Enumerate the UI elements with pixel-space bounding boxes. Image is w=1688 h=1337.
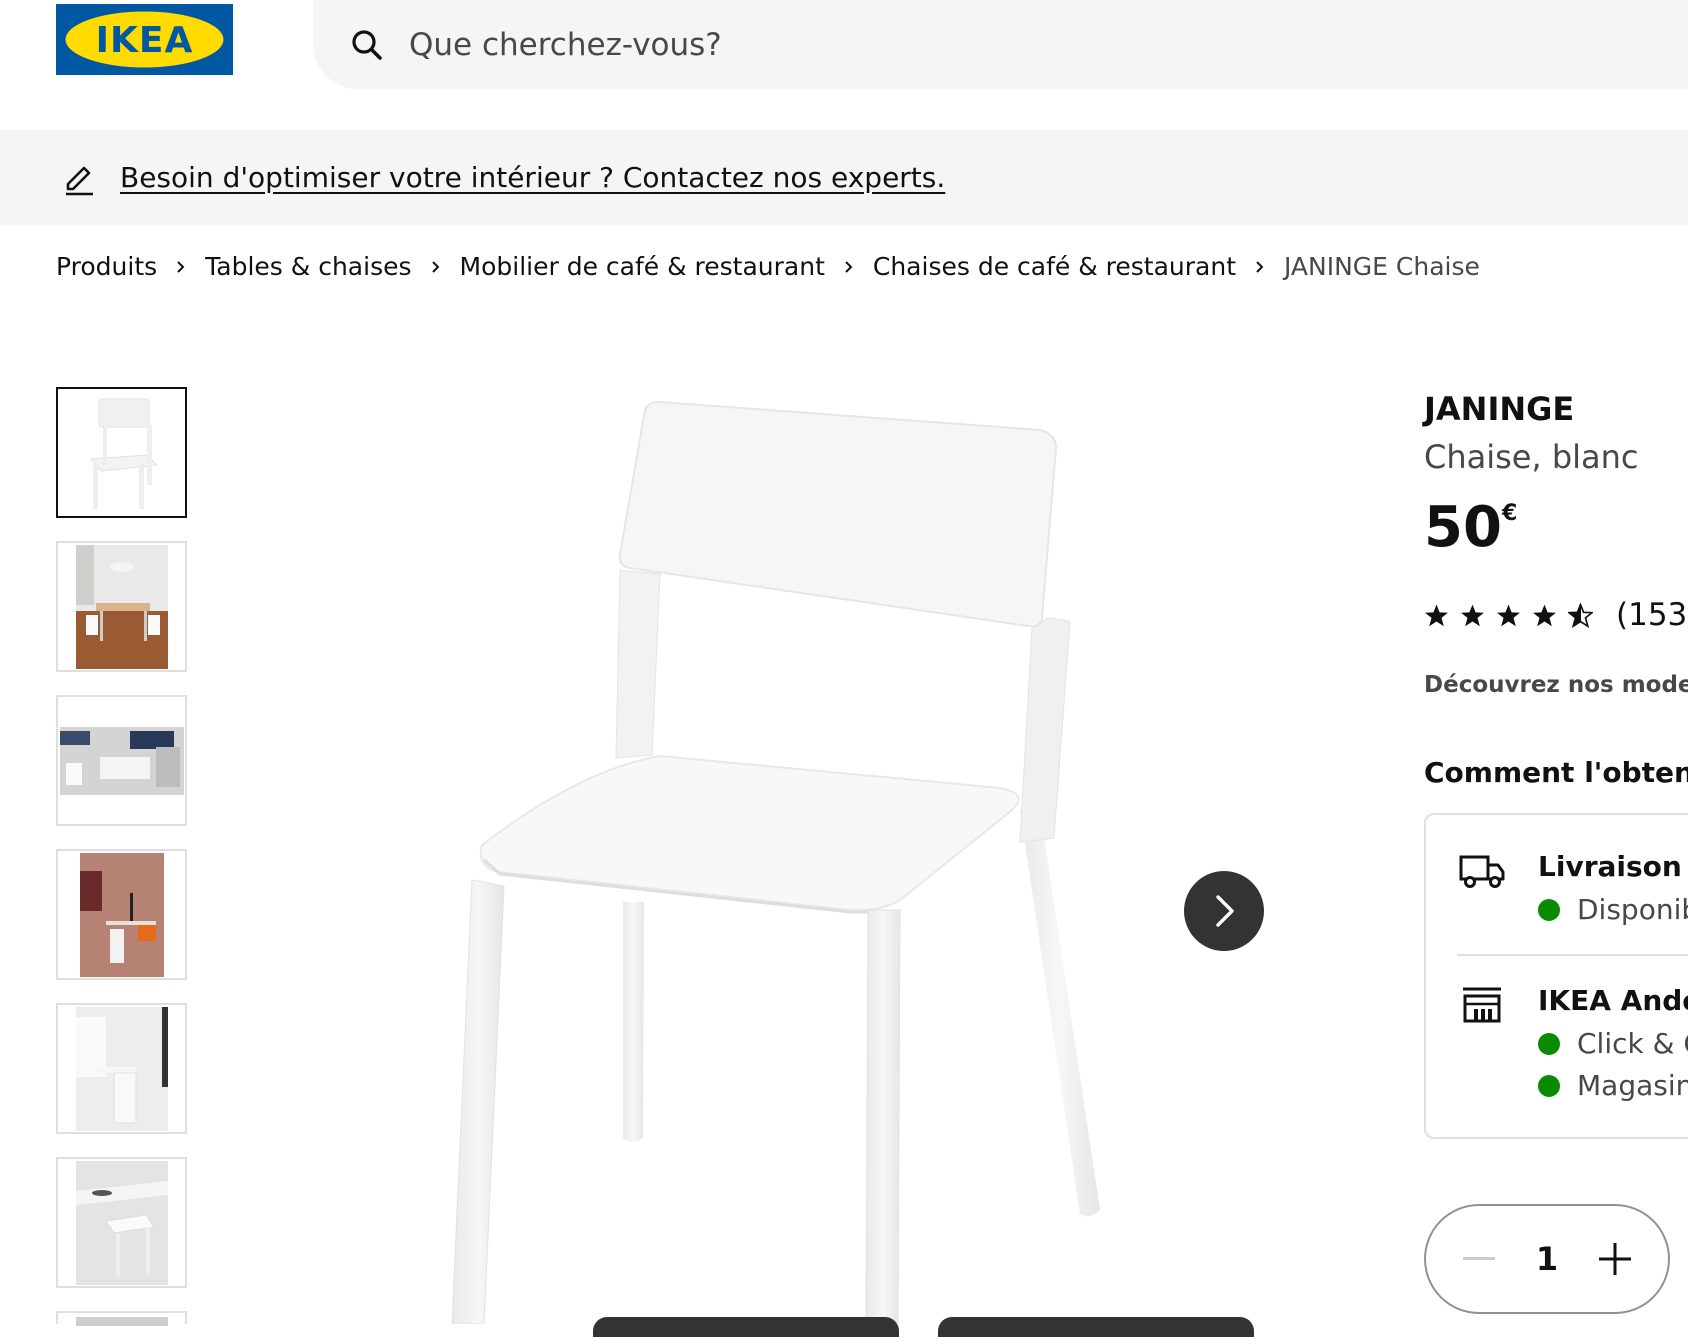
expert-banner: Besoin d'optimiser votre intérieur ? Con… [0, 130, 1688, 225]
chevron-right-icon [845, 260, 853, 273]
chevron-right-icon [1256, 260, 1264, 273]
main-product-image [451, 400, 1100, 1324]
store-in-store-text: Magasin [1577, 1069, 1688, 1102]
svg-text:IKEA: IKEA [96, 20, 194, 61]
next-image-button[interactable] [1184, 871, 1264, 951]
product-price: 50 € [1424, 495, 1517, 560]
thumbnail-white-room[interactable] [56, 1003, 187, 1134]
thumbnail-chair-white[interactable] [56, 387, 187, 518]
thumbnail-desk-corner[interactable] [56, 849, 187, 980]
available-dot-icon [1538, 1032, 1560, 1055]
delivery-title: Livraison à [1538, 850, 1688, 883]
breadcrumb: Produits Tables & chaises Mobilier de ca… [56, 252, 1480, 281]
breadcrumb-item-mobilier-cafe[interactable]: Mobilier de café & restaurant [460, 252, 825, 281]
price-currency: € [1501, 501, 1518, 526]
store-title[interactable]: IKEA Ander [1538, 984, 1688, 1017]
rating-count[interactable]: (153) [1616, 597, 1688, 633]
chevron-right-icon [177, 260, 185, 273]
payment-modes-link[interactable]: Découvrez nos modes [1424, 672, 1688, 698]
availability-divider [1457, 954, 1688, 956]
expert-contact-link[interactable]: Besoin d'optimiser votre intérieur ? Con… [120, 161, 945, 194]
store-click-collect: Click & C [1538, 1027, 1688, 1060]
white-room-thumbnail-image [75, 1006, 168, 1131]
ikea-logo-mark: IKEA [65, 11, 224, 68]
table-detail-thumbnail-image [75, 1160, 168, 1285]
star-icon [1461, 604, 1484, 626]
desk-corner-thumbnail-image [79, 852, 164, 977]
quantity-stepper: 1 [1424, 1204, 1670, 1314]
available-dot-icon [1538, 1074, 1560, 1097]
thumbnail-kitchen[interactable] [56, 695, 187, 826]
star-half-icon [1568, 602, 1593, 628]
search-icon[interactable] [349, 27, 385, 63]
store-icon [1463, 987, 1501, 1023]
ikea-logo[interactable]: IKEA [56, 4, 233, 75]
increase-quantity-button[interactable] [1580, 1224, 1650, 1294]
delivery-status: Disponib [1538, 893, 1688, 926]
product-description: Chaise, blanc [1424, 438, 1639, 476]
media-action-button[interactable] [593, 1317, 899, 1337]
product-name: JANINGE [1424, 390, 1575, 428]
decrease-quantity-button[interactable] [1444, 1224, 1514, 1294]
media-action-button[interactable] [938, 1317, 1254, 1337]
store-click-collect-text: Click & C [1577, 1027, 1688, 1060]
breadcrumb-item-tables-chaises[interactable]: Tables & chaises [205, 252, 411, 281]
thumbnail-table-detail[interactable] [56, 1157, 187, 1288]
dining-room-thumbnail-image [75, 544, 168, 669]
star-icon [1533, 604, 1556, 626]
star-icon [1497, 604, 1520, 626]
chevron-right-icon [1216, 895, 1234, 927]
price-amount: 50 [1424, 495, 1502, 560]
kitchen-thumbnail-image [59, 726, 184, 795]
quantity-value: 1 [1535, 1240, 1559, 1278]
star-icon [1425, 604, 1448, 626]
chevron-right-icon [431, 260, 439, 273]
breadcrumb-item-produits[interactable]: Produits [56, 252, 157, 281]
obtain-heading: Comment l'obtenir [1424, 756, 1688, 789]
delivery-status-text: Disponib [1577, 893, 1688, 926]
truck-icon [1459, 855, 1505, 888]
breadcrumb-current: JANINGE Chaise [1284, 252, 1480, 281]
plus-icon [1598, 1243, 1631, 1275]
minus-icon [1463, 1257, 1495, 1260]
rating[interactable]: (153) [1424, 597, 1688, 633]
chair-thumbnail-image [89, 398, 158, 509]
partial-thumbnail-image [75, 1317, 168, 1326]
thumbnail-partial[interactable] [56, 1311, 187, 1326]
breadcrumb-item-chaises-cafe[interactable]: Chaises de café & restaurant [873, 252, 1236, 281]
pencil-icon [66, 166, 93, 195]
search-input[interactable] [407, 25, 1311, 64]
available-dot-icon [1538, 898, 1560, 921]
search-bar[interactable] [313, 0, 1688, 89]
thumbnail-dining-room[interactable] [56, 541, 187, 672]
store-in-store: Magasin [1538, 1069, 1688, 1102]
